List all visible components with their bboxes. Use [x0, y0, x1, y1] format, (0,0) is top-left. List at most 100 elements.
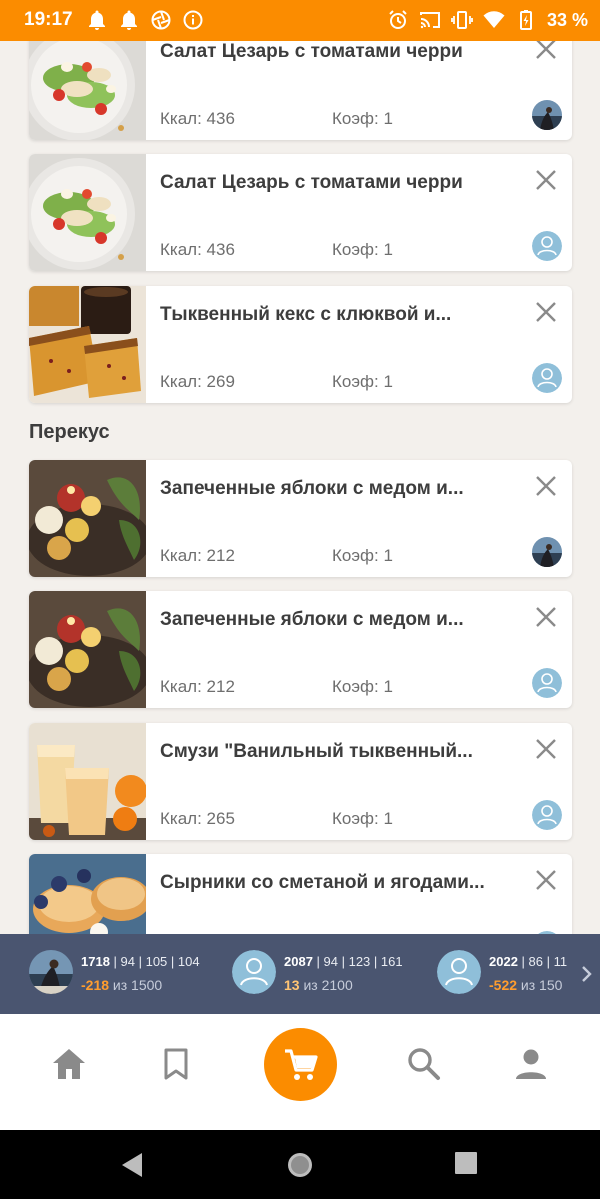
nav-cart-button[interactable]: [264, 1028, 337, 1101]
close-icon[interactable]: [534, 474, 558, 498]
meal-card[interactable]: Тыквенный кекс с клюквой и... Ккал: 269 …: [29, 286, 572, 403]
battery-percent: 33 %: [546, 9, 588, 30]
user-kcal-total: 1718: [81, 954, 110, 969]
caesar-salad-image: [29, 41, 146, 140]
meal-card[interactable]: Сырники со сметаной и ягодами...: [29, 854, 572, 934]
close-icon[interactable]: [534, 737, 558, 761]
chevron-right-icon[interactable]: [580, 964, 594, 984]
meal-kcal: Ккал: 436: [160, 109, 235, 128]
baked-apples-image: [29, 591, 146, 708]
meal-kcal: Ккал: 436: [160, 240, 235, 259]
home-circle-icon[interactable]: [286, 1151, 314, 1179]
alarm-icon: [387, 9, 409, 31]
bell-icon: [118, 9, 140, 31]
meal-title: Сырники со сметаной и ягодами...: [160, 872, 485, 893]
nav-home-button[interactable]: [49, 1044, 89, 1084]
aperture-icon: [150, 9, 172, 31]
user-photo-avatar: [532, 537, 562, 567]
info-icon: [182, 9, 204, 31]
section-title-snack: Перекус: [29, 421, 110, 443]
user-photo-avatar: [532, 100, 562, 130]
user-nutrients-values: | 94 | 105 | 104: [109, 954, 200, 969]
user-goal-text: из 2100: [299, 977, 353, 993]
profile-icon: [516, 1049, 546, 1079]
status-bar: 19:17 33 %: [0, 0, 600, 41]
meal-kcal: Ккал: 212: [160, 546, 235, 565]
vibrate-icon: [451, 9, 473, 31]
smoothie-image: [29, 723, 146, 840]
user-kcal-diff: -218: [81, 977, 110, 993]
user-goal: -218 из 1500: [81, 977, 162, 993]
meal-kcal: Ккал: 212: [160, 677, 235, 696]
nav-search-button[interactable]: [404, 1044, 444, 1084]
wifi-icon: [483, 9, 505, 31]
user-nutrients-values: | 94 | 123 | 161: [312, 954, 403, 969]
caesar-salad-image: [29, 154, 146, 271]
user-kcal-total: 2087: [284, 954, 313, 969]
meal-koef: Коэф: 1: [332, 809, 393, 828]
meal-koef: Коэф: 1: [332, 240, 393, 259]
meal-title: Запеченные яблоки с медом и...: [160, 609, 464, 630]
baked-apples-image: [29, 460, 146, 577]
pumpkin-cake-image: [29, 286, 146, 403]
syrniki-image: [29, 854, 146, 934]
close-icon[interactable]: [534, 168, 558, 192]
back-icon[interactable]: [118, 1151, 144, 1179]
close-icon[interactable]: [534, 605, 558, 629]
meal-kcal: Ккал: 265: [160, 809, 235, 828]
users-summary-panel[interactable]: 1718 | 94 | 105 | 104 -218 из 1500 2087 …: [0, 934, 600, 1014]
meal-card[interactable]: Запеченные яблоки с медом и... Ккал: 212…: [29, 460, 572, 577]
meal-card[interactable]: Салат Цезарь с томатами черри Ккал: 436 …: [29, 41, 572, 140]
meal-list[interactable]: Салат Цезарь с томатами черри Ккал: 436 …: [0, 41, 600, 934]
default-user-avatar: [232, 950, 276, 994]
close-icon[interactable]: [534, 868, 558, 892]
close-icon[interactable]: [534, 41, 558, 61]
user-kcal-diff: 13: [284, 977, 300, 993]
meal-title: Смузи "Ванильный тыквенный...: [160, 741, 473, 762]
user-photo-avatar: [29, 950, 73, 994]
user-goal: 13 из 2100: [284, 977, 353, 993]
user-summary-item[interactable]: 2022 | 86 | 11 -522 из 150: [437, 950, 573, 998]
user-kcal-total: 2022: [489, 954, 518, 969]
default-user-avatar: [532, 363, 562, 393]
user-goal-text: из 1500: [109, 977, 163, 993]
default-user-avatar: [532, 231, 562, 261]
meal-koef: Коэф: 1: [332, 109, 393, 128]
user-goal-text: из 150: [517, 977, 563, 993]
user-nutrients-values: | 86 | 11: [517, 954, 568, 969]
default-user-avatar: [532, 800, 562, 830]
meal-kcal: Ккал: 269: [160, 372, 235, 391]
recent-apps-icon[interactable]: [454, 1151, 478, 1175]
meal-card[interactable]: Салат Цезарь с томатами черри Ккал: 436 …: [29, 154, 572, 271]
home-icon: [53, 1049, 85, 1079]
meal-title: Салат Цезарь с томатами черри: [160, 172, 463, 193]
close-icon[interactable]: [534, 300, 558, 324]
bookmark-icon: [164, 1048, 188, 1080]
user-nutrients: 1718 | 94 | 105 | 104: [81, 954, 200, 969]
nav-profile-button[interactable]: [511, 1044, 551, 1084]
user-nutrients: 2087 | 94 | 123 | 161: [284, 954, 403, 969]
nav-bookmark-button[interactable]: [156, 1044, 196, 1084]
user-kcal-diff: -522: [489, 977, 518, 993]
bottom-navigation: [0, 1014, 600, 1130]
system-navigation-bar: [0, 1130, 600, 1199]
meal-koef: Коэф: 1: [332, 372, 393, 391]
user-summary-item[interactable]: 1718 | 94 | 105 | 104 -218 из 1500: [29, 950, 229, 998]
meal-card[interactable]: Запеченные яблоки с медом и... Ккал: 212…: [29, 591, 572, 708]
meal-koef: Коэф: 1: [332, 546, 393, 565]
meal-title: Тыквенный кекс с клюквой и...: [160, 304, 452, 325]
search-icon: [408, 1048, 440, 1080]
user-nutrients: 2022 | 86 | 11: [489, 954, 567, 969]
cast-icon: [419, 9, 441, 31]
cart-icon: [284, 1048, 318, 1080]
user-goal: -522 из 150: [489, 977, 562, 993]
meal-card[interactable]: Смузи "Ванильный тыквенный... Ккал: 265 …: [29, 723, 572, 840]
battery-icon: [515, 9, 537, 31]
meal-title: Салат Цезарь с томатами черри: [160, 41, 463, 62]
user-summary-item[interactable]: 2087 | 94 | 123 | 161 13 из 2100: [232, 950, 432, 998]
bell-icon: [86, 9, 108, 31]
default-user-avatar: [532, 668, 562, 698]
status-time: 19:17: [24, 9, 73, 30]
meal-title: Запеченные яблоки с медом и...: [160, 478, 464, 499]
meal-koef: Коэф: 1: [332, 677, 393, 696]
